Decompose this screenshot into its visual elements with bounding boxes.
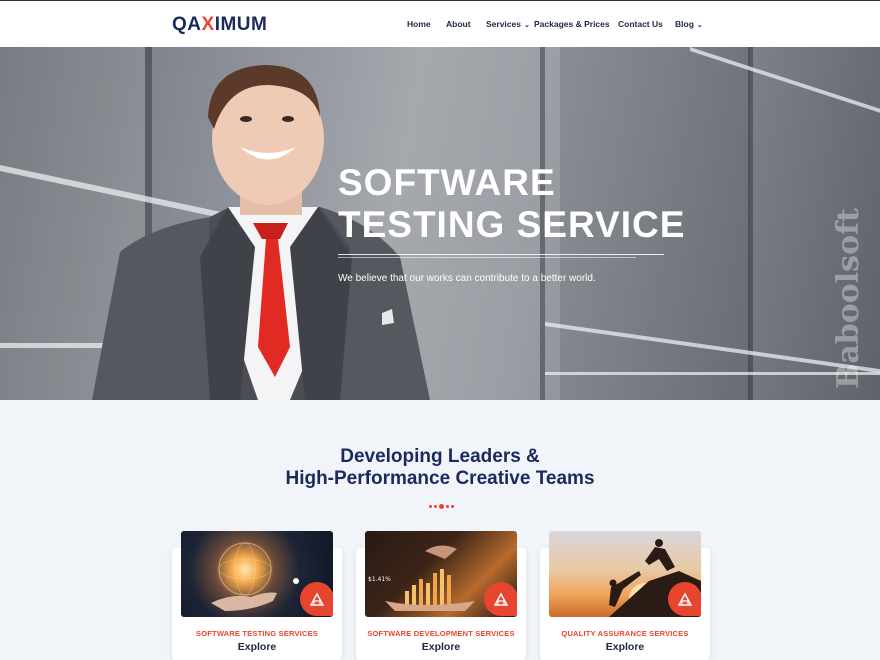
service-badge (668, 582, 701, 616)
nav-blog[interactable]: Blog ⌄ (675, 19, 703, 29)
service-card-category[interactable]: SOFTWARE TESTING SERVICES (172, 629, 342, 638)
service-badge (300, 582, 333, 616)
heading-dots-decoration (429, 504, 454, 509)
nav-packages-prices[interactable]: Packages & Prices (534, 19, 610, 29)
site-header: QAXIMUM Home About Services ⌄ Packages & … (0, 1, 880, 47)
watermark-text: Baboolsoft (831, 208, 866, 389)
nav-home[interactable]: Home (407, 19, 431, 29)
service-card[interactable]: SOFTWARE TESTING SERVICES Explore (172, 531, 342, 660)
hero-title-line: TESTING SERVICE (338, 204, 686, 245)
section-heading-line: Developing Leaders & (340, 446, 540, 467)
service-card-image (549, 531, 701, 617)
chevron-down-icon: ⌄ (523, 22, 530, 29)
service-card[interactable]: QUALITY ASSURANCE SERVICES Explore (540, 531, 710, 660)
window-frame (748, 47, 753, 400)
divider (338, 257, 636, 258)
hero-subtitle: We believe that our works can contribute… (338, 273, 596, 284)
divider (338, 254, 664, 255)
hero-title: SOFTWARE TESTING SERVICE (338, 162, 685, 246)
nav-label: About (446, 19, 471, 29)
badge-icon (493, 592, 509, 606)
nav-label: Packages & Prices (534, 19, 610, 29)
chart-overlay-label: $1.41% (368, 576, 391, 583)
section-heading: Developing Leaders & High-Performance Cr… (0, 446, 880, 490)
dot (451, 505, 454, 508)
hero-banner: SOFTWARE TESTING SERVICE We believe that… (0, 47, 880, 400)
service-card-category[interactable]: QUALITY ASSURANCE SERVICES (540, 629, 710, 638)
hero-title-line: SOFTWARE (338, 162, 556, 203)
service-card-image: $1.41% (365, 531, 517, 617)
nav-label: Services (486, 19, 521, 29)
dot (446, 505, 449, 508)
nav-about[interactable]: About (446, 19, 471, 29)
nav-label: Home (407, 19, 431, 29)
dot (439, 504, 444, 509)
service-card-category[interactable]: SOFTWARE DEVELOPMENT SERVICES (356, 629, 526, 638)
badge-icon (677, 592, 693, 606)
chevron-down-icon: ⌄ (696, 22, 703, 29)
explore-link[interactable]: Explore (356, 641, 526, 653)
section-heading-line: High-Performance Creative Teams (285, 468, 595, 489)
explore-link[interactable]: Explore (540, 641, 710, 653)
watermark-logo: Baboolsoft (831, 208, 866, 389)
dot (434, 505, 437, 508)
nav-services[interactable]: Services ⌄ (486, 19, 530, 29)
nav-contact-us[interactable]: Contact Us (618, 19, 663, 29)
service-card-image (181, 531, 333, 617)
service-badge (484, 582, 517, 616)
main-nav: Home About Services ⌄ Packages & Prices C… (0, 1, 880, 47)
nav-label: Contact Us (618, 19, 663, 29)
service-card[interactable]: $1.41% SOFTWARE DEVELOPMENT SERVICES Exp… (356, 531, 526, 660)
explore-link[interactable]: Explore (172, 641, 342, 653)
nav-label: Blog (675, 19, 694, 29)
dot (429, 505, 432, 508)
badge-icon (309, 592, 325, 606)
